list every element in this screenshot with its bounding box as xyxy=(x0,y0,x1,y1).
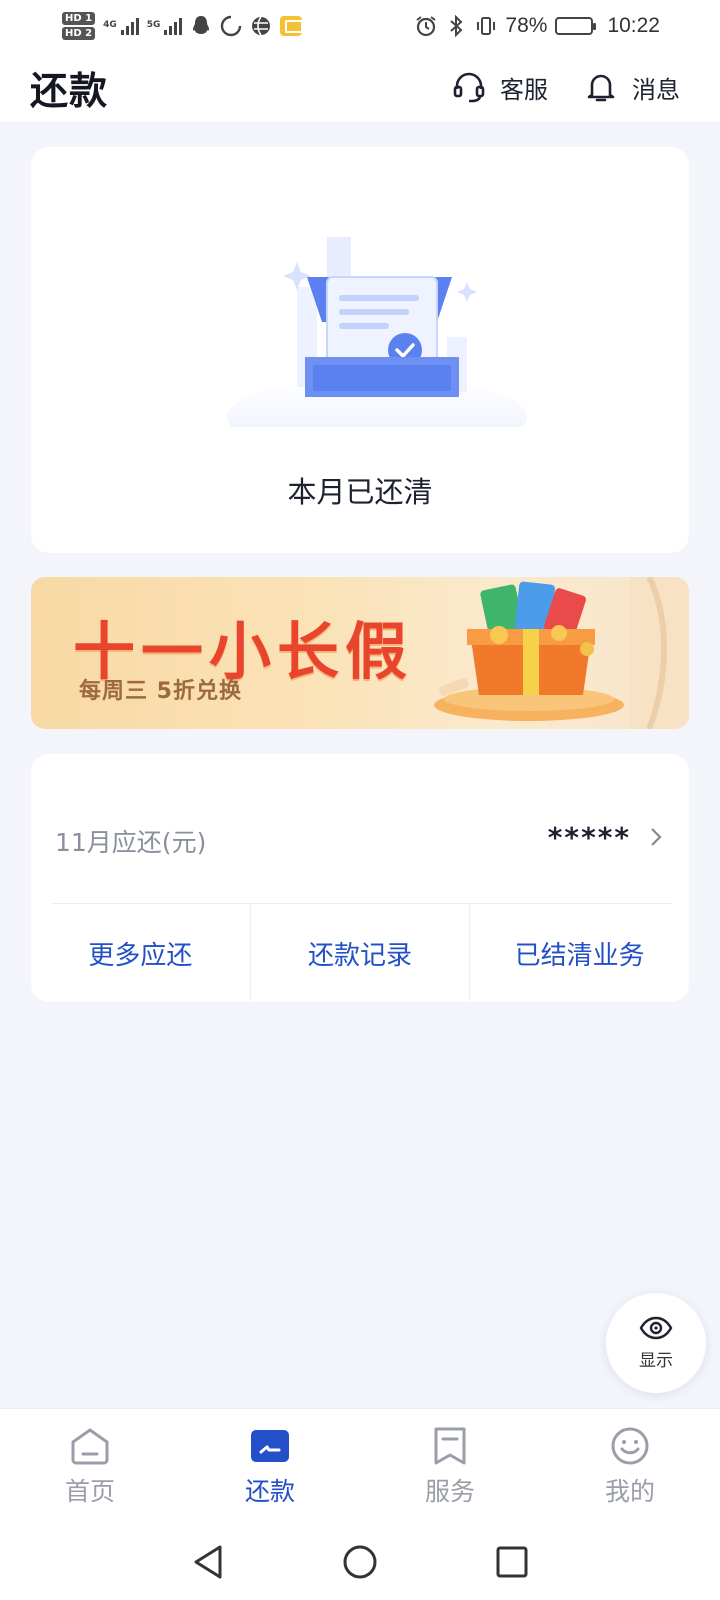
bookmark-icon xyxy=(434,1427,466,1464)
paid-off-illustration xyxy=(227,237,527,427)
messages-label: 消息 xyxy=(632,75,680,104)
network-type-1: 4G xyxy=(103,20,117,30)
repay-links: 更多应还 还款记录 已结清业务 xyxy=(31,904,689,1002)
signal-1-icon xyxy=(120,17,139,35)
bottom-tab-bar: 首页 还款 服务 我的 xyxy=(0,1408,720,1524)
eye-icon xyxy=(639,1316,673,1339)
customer-service-label: 客服 xyxy=(500,75,548,104)
tab-mine-label: 我的 xyxy=(604,1476,655,1506)
recents-button[interactable] xyxy=(492,1542,532,1582)
gift-box-illustration xyxy=(434,577,689,729)
promo-banner[interactable]: 十一小长假 每周三 5折兑换 xyxy=(31,577,689,729)
chevron-right-icon xyxy=(651,828,662,846)
tab-services[interactable]: 服务 xyxy=(360,1409,540,1524)
bluetooth-icon xyxy=(445,15,467,37)
header-actions: 客服 消息 xyxy=(452,70,680,105)
monthly-due-amount-masked: ***** xyxy=(547,820,631,854)
show-amount-button[interactable]: 显示 xyxy=(606,1293,706,1393)
status-bar-right: 78% 10:22 xyxy=(415,14,660,38)
settled-business-link[interactable]: 已结清业务 xyxy=(469,904,689,1002)
smiley-icon xyxy=(611,1427,649,1464)
tab-repay[interactable]: 还款 xyxy=(180,1409,360,1524)
monthly-due-value: ***** xyxy=(548,821,663,854)
tab-repay-label: 还款 xyxy=(244,1476,295,1506)
repayment-card: 11月应还(元) ***** 更多应还 还款记录 已结清业务 xyxy=(31,754,689,1002)
vibrate-icon xyxy=(475,15,497,37)
network-type-2: 5G xyxy=(146,20,161,30)
banner-subtitle: 每周三 5折兑换 xyxy=(79,679,242,704)
battery-icon xyxy=(555,17,597,35)
alarm-icon xyxy=(415,15,437,37)
repay-icon xyxy=(251,1429,289,1462)
battery-percent: 78% xyxy=(505,14,548,37)
tab-mine[interactable]: 我的 xyxy=(540,1409,720,1524)
page-title: 还款 xyxy=(30,68,109,113)
page-header: 还款 客服 消息 xyxy=(0,52,720,122)
hd-indicators: HD 1 HD 2 xyxy=(62,12,96,40)
clock-time: 10:22 xyxy=(607,14,660,37)
show-amount-label: 显示 xyxy=(639,1350,673,1371)
browser-globe-icon xyxy=(250,15,272,37)
mail-icon xyxy=(280,15,304,37)
repayment-records-link[interactable]: 还款记录 xyxy=(249,904,470,1002)
monthly-due-label: 11月应还(元) xyxy=(55,828,207,857)
tab-home[interactable]: 首页 xyxy=(0,1409,180,1524)
tab-home-label: 首页 xyxy=(64,1476,115,1506)
hd2-badge: HD 2 xyxy=(62,27,96,40)
home-button[interactable] xyxy=(340,1542,380,1582)
paid-off-message: 本月已还清 xyxy=(287,475,433,509)
tab-services-label: 服务 xyxy=(424,1476,475,1506)
more-due-link[interactable]: 更多应还 xyxy=(31,904,250,1002)
status-bar-left: HD 1 HD 2 4G 5G xyxy=(62,12,304,40)
customer-service-button[interactable]: 客服 xyxy=(452,70,548,105)
system-navigation-bar xyxy=(0,1524,720,1600)
headset-icon xyxy=(453,72,485,103)
hd1-badge: HD 1 xyxy=(62,12,96,25)
monthly-due-row[interactable]: 11月应还(元) ***** xyxy=(31,754,689,904)
back-button[interactable] xyxy=(188,1542,228,1582)
qq-icon xyxy=(190,15,212,37)
recents-square-icon xyxy=(496,1546,528,1578)
back-triangle-icon xyxy=(194,1545,222,1579)
status-bar: HD 1 HD 2 4G 5G 78% 10:22 xyxy=(0,0,720,52)
home-circle-icon xyxy=(343,1545,377,1579)
bell-icon xyxy=(587,74,615,102)
home-icon xyxy=(71,1428,109,1464)
signal-2-icon xyxy=(164,17,183,35)
sync-circle-icon xyxy=(220,15,242,37)
messages-button[interactable]: 消息 xyxy=(584,70,680,105)
repayment-status-card: 本月已还清 xyxy=(31,147,689,553)
